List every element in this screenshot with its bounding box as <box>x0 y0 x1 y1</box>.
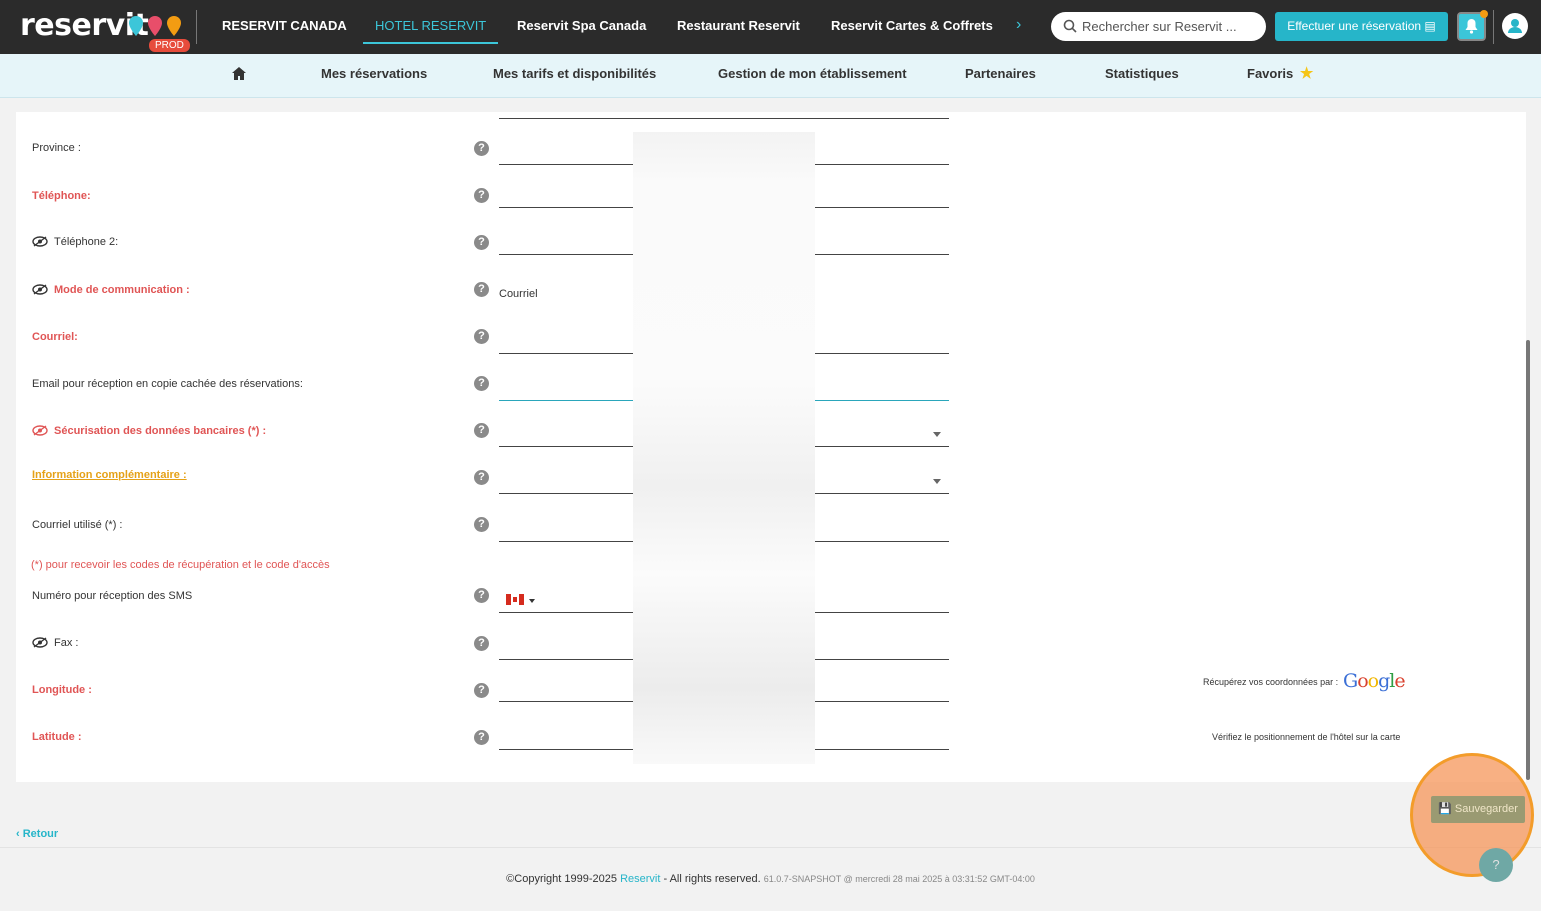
field-label: Sécurisation des données bancaires (*) : <box>54 425 267 437</box>
communication-value: Courriel <box>499 288 538 300</box>
field-label[interactable]: Information complémentaire : <box>32 469 187 481</box>
field-label: Fax : <box>54 637 79 649</box>
notifications-button[interactable] <box>1457 10 1488 41</box>
topnav-hotel-reservit[interactable]: HOTEL RESERVIT <box>362 0 499 54</box>
divider <box>1493 10 1494 44</box>
field-label-wrap: Téléphone 2: <box>32 236 118 248</box>
google-coords-text: Récupérez vos coordonnées par : <box>1203 677 1339 687</box>
subnav-statistiques[interactable]: Statistiques <box>1105 54 1179 97</box>
save-button[interactable]: 💾 Sauvegarder <box>1431 796 1525 823</box>
help-icon[interactable]: ? <box>474 235 489 250</box>
help-icon[interactable]: ? <box>474 636 489 651</box>
chevron-down-icon <box>529 599 535 603</box>
back-link[interactable]: ‹ Retour <box>16 828 58 840</box>
home-icon[interactable] <box>231 54 247 97</box>
chevron-right-icon[interactable]: › <box>1016 16 1021 34</box>
version-text: 61.0.7-SNAPSHOT @ mercredi 28 mai 2025 à… <box>763 874 1035 884</box>
help-icon[interactable]: ? <box>474 329 489 344</box>
field-label: Courriel: <box>32 331 78 343</box>
recovery-note: (*) pour recevoir les codes de récupérat… <box>31 559 330 571</box>
help-icon[interactable]: ? <box>474 376 489 391</box>
rights-text: - All rights reserved. <box>663 873 761 885</box>
search-icon <box>1063 19 1077 33</box>
subnav-favoris[interactable]: Favoris ★ <box>1247 54 1313 97</box>
eye-hidden-icon[interactable] <box>32 284 48 295</box>
field-label: Email pour réception en copie cachée des… <box>32 378 303 390</box>
divider <box>196 10 197 44</box>
search-placeholder: Rechercher sur Reservit ... <box>1082 19 1237 34</box>
previous-field[interactable] <box>499 96 949 119</box>
help-icon[interactable]: ? <box>474 683 489 698</box>
eye-hidden-icon[interactable] <box>32 637 48 648</box>
search-input[interactable]: Rechercher sur Reservit ... <box>1051 12 1266 41</box>
save-icon: 💾 <box>1438 803 1452 815</box>
help-icon[interactable]: ? <box>474 141 489 156</box>
bell-icon <box>1465 19 1478 34</box>
redacted-area <box>633 132 815 764</box>
top-bar: reservit PROD RESERVIT CANADA HOTEL RESE… <box>0 0 1541 54</box>
eye-hidden-icon[interactable] <box>32 425 48 436</box>
field-label-wrap: Sécurisation des données bancaires (*) : <box>32 425 266 437</box>
field-label-wrap: Fax : <box>32 637 78 649</box>
help-icon[interactable]: ? <box>474 588 489 603</box>
sub-navigation: Mes réservations Mes tarifs et disponibi… <box>0 54 1541 98</box>
establishment-form: Province : ? Téléphone: ? Téléphone 2: ?… <box>16 112 1526 782</box>
topnav-reservit-canada[interactable]: RESERVIT CANADA <box>222 0 347 54</box>
field-label: Latitude : <box>32 731 82 743</box>
google-logo[interactable]: Google <box>1343 670 1406 692</box>
chevron-left-icon: ‹ <box>16 828 20 840</box>
help-icon[interactable]: ? <box>474 188 489 203</box>
subnav-mes-reservations[interactable]: Mes réservations <box>321 54 427 97</box>
copyright: ©Copyright 1999-2025 <box>506 873 617 885</box>
help-icon[interactable]: ? <box>474 517 489 532</box>
canada-flag-icon[interactable] <box>506 594 524 605</box>
logo-pins-icon <box>129 16 181 36</box>
user-avatar[interactable] <box>1502 13 1528 39</box>
topnav-restaurant[interactable]: Restaurant Reservit <box>677 0 800 54</box>
footer: ©Copyright 1999-2025 Reservit - All righ… <box>0 873 1541 885</box>
chevron-down-icon <box>933 479 941 484</box>
make-booking-button[interactable]: Effectuer une réservation ▤ <box>1275 12 1448 41</box>
help-icon[interactable]: ? <box>474 423 489 438</box>
question-icon: ? <box>1492 857 1500 872</box>
notification-dot <box>1480 10 1488 18</box>
help-fab-button[interactable]: ? <box>1479 848 1513 882</box>
field-label-wrap: Mode de communication : <box>32 284 190 296</box>
field-label: Province : <box>32 142 81 154</box>
field-label: Téléphone 2: <box>54 236 119 248</box>
footer-brand-link[interactable]: Reservit <box>620 873 660 885</box>
subnav-partenaires[interactable]: Partenaires <box>965 54 1036 97</box>
footer-divider <box>0 847 1541 848</box>
field-label: Numéro pour réception des SMS <box>32 590 193 602</box>
calendar-icon: ▤ <box>1424 19 1436 33</box>
field-label: Courriel utilisé (*) : <box>32 519 123 531</box>
topnav-cartes-coffrets[interactable]: Reservit Cartes & Coffrets <box>831 0 993 54</box>
field-label: Longitude : <box>32 684 92 696</box>
chevron-down-icon <box>933 432 941 437</box>
help-icon[interactable]: ? <box>474 470 489 485</box>
field-label: Mode de communication : <box>54 284 190 296</box>
env-badge: PROD <box>149 39 190 52</box>
back-label: Retour <box>22 828 59 840</box>
subnav-tarifs[interactable]: Mes tarifs et disponibilités <box>493 54 656 97</box>
scrollbar[interactable] <box>1526 340 1530 780</box>
favoris-label: Favoris <box>1247 66 1294 81</box>
topnav-spa-canada[interactable]: Reservit Spa Canada <box>517 0 646 54</box>
field-label: Téléphone: <box>32 190 91 202</box>
help-icon[interactable]: ? <box>474 730 489 745</box>
make-booking-label: Effectuer une réservation <box>1287 19 1422 33</box>
help-icon[interactable]: ? <box>474 282 489 297</box>
star-icon: ★ <box>1299 65 1314 82</box>
subnav-gestion[interactable]: Gestion de mon établissement <box>718 54 907 97</box>
save-label: Sauvegarder <box>1454 803 1518 815</box>
user-icon <box>1508 19 1522 33</box>
verify-map-link[interactable]: Vérifiez le positionnement de l'hôtel su… <box>1212 732 1400 742</box>
eye-hidden-icon[interactable] <box>32 236 48 247</box>
